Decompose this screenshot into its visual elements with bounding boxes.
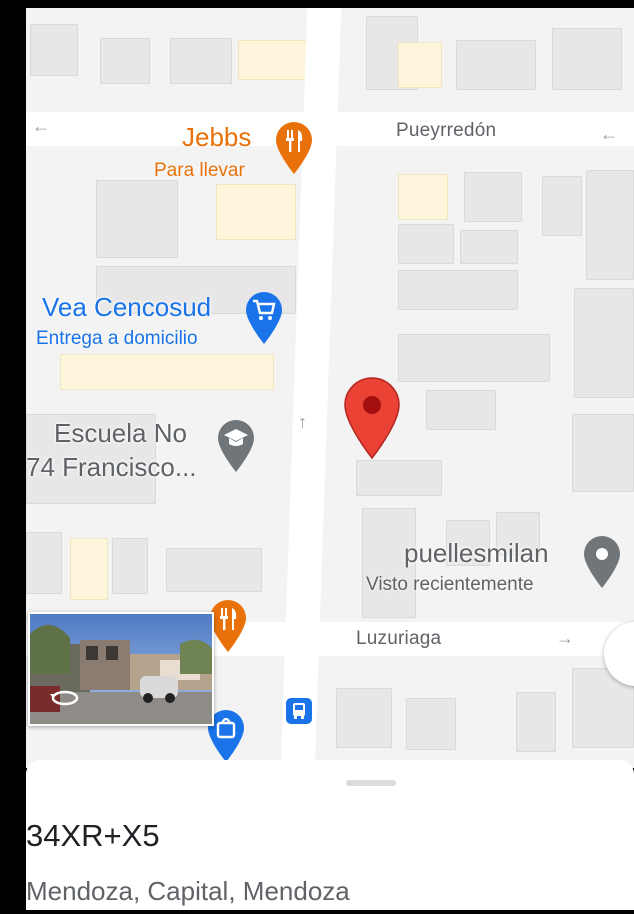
left-frame [0, 0, 26, 914]
building [30, 24, 78, 76]
plus-code: 34XR+X5 [26, 818, 160, 853]
building [464, 172, 522, 222]
building [552, 28, 622, 90]
building [406, 698, 456, 750]
building-commercial [60, 354, 274, 390]
school-icon[interactable] [216, 418, 256, 474]
building [112, 538, 148, 594]
shopping-cart-icon[interactable] [244, 290, 284, 346]
building [574, 288, 634, 398]
poi-name-escuela-line2[interactable]: 74 Francisco... [26, 452, 197, 483]
building [460, 230, 518, 264]
oneway-arrow-icon: ← [32, 116, 50, 136]
drag-handle[interactable] [346, 780, 396, 786]
building [100, 38, 150, 84]
poi-name-escuela-line1[interactable]: Escuela No [54, 418, 187, 449]
building [26, 532, 62, 594]
oneway-arrow-icon: ← [600, 124, 618, 144]
poi-sub-jebbs: Para llevar [154, 160, 245, 181]
restaurant-icon[interactable] [208, 598, 248, 654]
building [398, 334, 550, 382]
building [398, 224, 454, 264]
oneway-arrow-icon: → [556, 628, 574, 648]
building [336, 688, 392, 748]
poi-name-jebbs[interactable]: Jebbs [182, 122, 251, 153]
bus-icon[interactable] [286, 698, 312, 724]
rotate-360-icon [50, 690, 79, 706]
building [586, 170, 634, 280]
building [398, 270, 518, 310]
poi-name-vea[interactable]: Vea Cencosud [42, 292, 211, 323]
building [170, 38, 232, 84]
poi-sub-puellesmilan: Visto recientemente [366, 574, 534, 595]
bottom-frame [0, 910, 634, 914]
building [516, 692, 556, 752]
restaurant-icon[interactable] [274, 120, 314, 176]
building [356, 460, 442, 496]
building [456, 40, 536, 90]
street-label-pueyrredon: Pueyrredón [396, 120, 497, 141]
building-commercial [70, 538, 108, 600]
building [426, 390, 496, 430]
building [166, 548, 262, 592]
poi-name-puellesmilan[interactable]: puellesmilan [404, 538, 549, 569]
building [96, 180, 178, 258]
place-address: Mendoza, Capital, Mendoza [26, 876, 350, 906]
building-commercial [398, 174, 448, 220]
street-label-luzuriaga: Luzuriaga [356, 628, 442, 649]
top-frame [0, 0, 634, 8]
poi-sub-vea: Entrega a domicilio [36, 328, 198, 349]
place-bottom-sheet[interactable]: 34XR+X5 Mendoza, Capital, Mendoza [26, 760, 634, 914]
building [542, 176, 582, 236]
place-icon[interactable] [582, 534, 622, 590]
building-commercial [216, 184, 296, 240]
street-view-thumbnail[interactable] [28, 612, 214, 726]
oneway-arrow-icon: ↑ [298, 412, 307, 432]
building [572, 414, 634, 492]
location-pin-icon[interactable] [342, 376, 402, 460]
building-commercial [398, 42, 442, 88]
